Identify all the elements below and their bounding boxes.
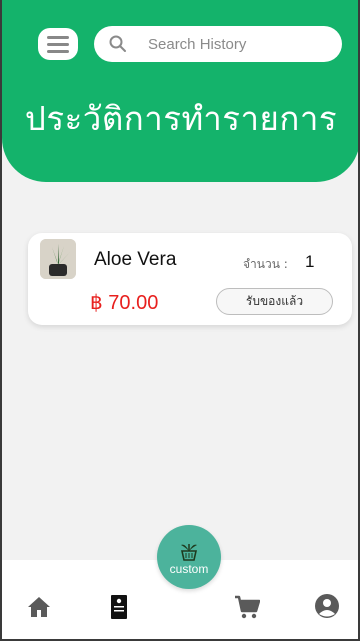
header-banner: ประวัติการทำรายการ <box>2 0 358 182</box>
home-icon[interactable] <box>26 594 52 620</box>
item-price: ฿ 70.00 <box>90 292 159 314</box>
menu-button[interactable] <box>38 28 78 60</box>
hamburger-menu-icon-line <box>47 49 69 53</box>
cart-icon[interactable] <box>234 594 260 620</box>
profile-icon[interactable] <box>314 593 340 619</box>
plant-pot-icon <box>181 543 197 561</box>
hamburger-menu-icon-line <box>47 35 69 39</box>
custom-label: custom <box>169 561 209 576</box>
document-icon[interactable] <box>106 594 132 620</box>
received-button[interactable]: รับของแล้ว <box>216 288 333 315</box>
search-bar[interactable] <box>94 26 342 62</box>
hamburger-menu-icon-line <box>47 42 69 46</box>
page-title: ประวัติการทำรายการ <box>24 99 338 138</box>
app-screen: ประวัติการทำรายการ Aloe Vera จำนวน : 1 ฿… <box>0 0 360 641</box>
quantity-label: จำนวน : <box>243 257 288 271</box>
search-icon[interactable] <box>108 34 128 54</box>
order-card: Aloe Vera จำนวน : 1 ฿ 70.00 รับของแล้ว <box>28 233 352 325</box>
item-name: Aloe Vera <box>94 249 177 270</box>
quantity-value: 1 <box>305 252 315 271</box>
search-input[interactable] <box>148 26 328 62</box>
custom-button[interactable]: custom <box>157 525 221 589</box>
aloe-vera-plant-image <box>40 239 76 279</box>
